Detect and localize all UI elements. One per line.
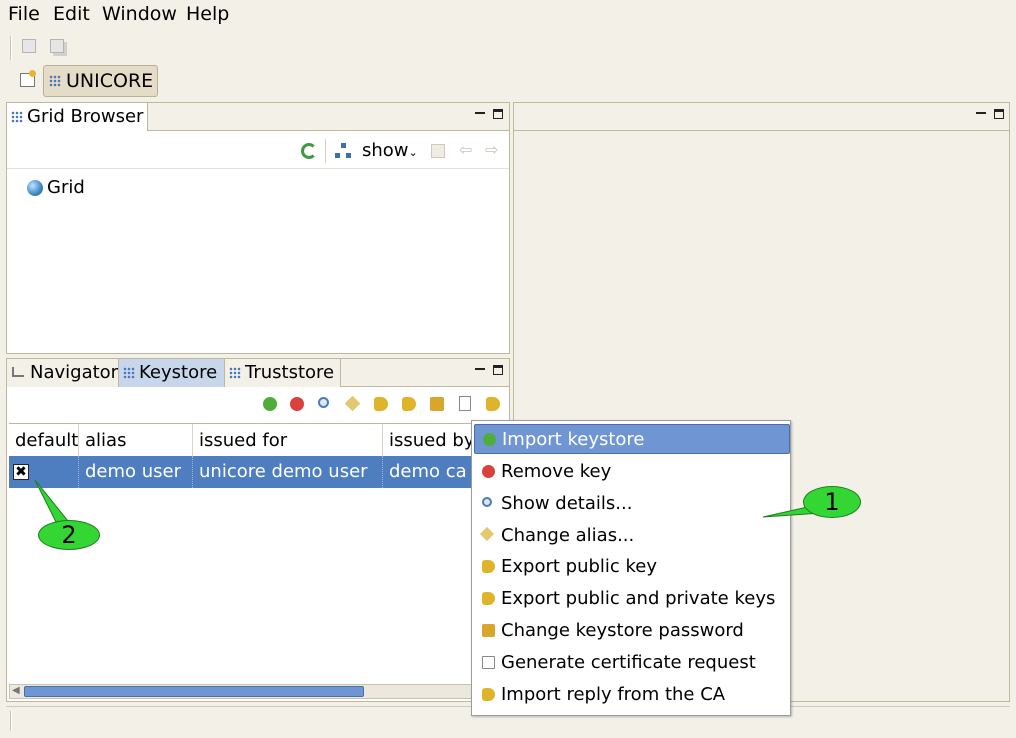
callout-pointers bbox=[34, 479, 837, 527]
callout-2-label: 2 bbox=[61, 521, 77, 549]
callout-1: 1 bbox=[803, 486, 861, 518]
callout-1-label: 1 bbox=[824, 488, 840, 516]
callout-2: 2 bbox=[38, 520, 100, 550]
